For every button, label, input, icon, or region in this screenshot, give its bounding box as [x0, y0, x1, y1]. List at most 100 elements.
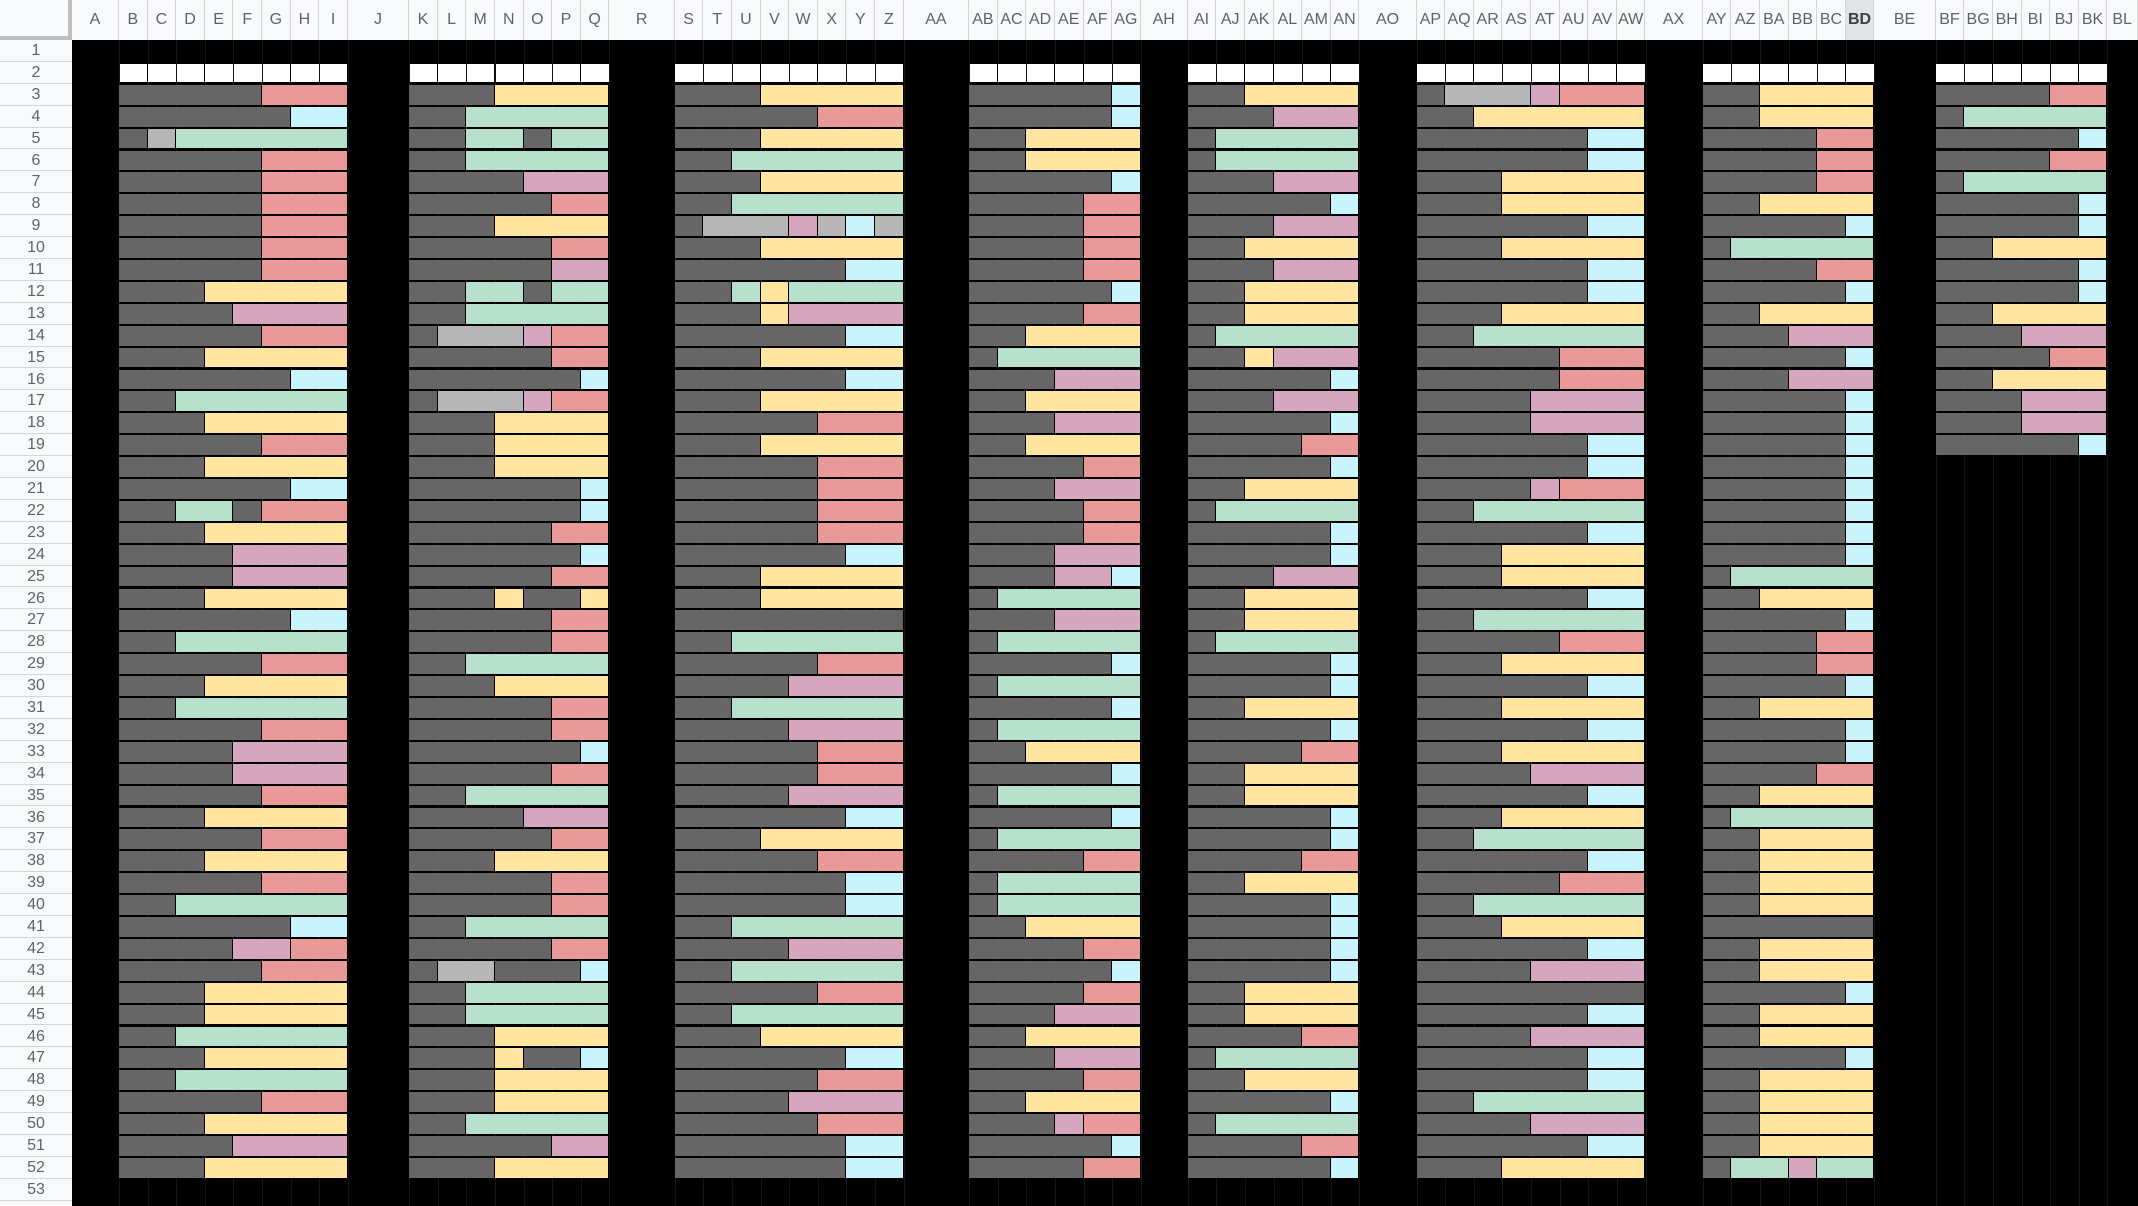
composition-cell[interactable] — [119, 938, 233, 959]
composition-cell[interactable] — [969, 391, 1026, 412]
composition-cell[interactable] — [969, 1136, 1112, 1156]
composition-cell[interactable] — [969, 303, 1083, 324]
composition-cell[interactable] — [119, 632, 176, 653]
composition-cell[interactable] — [176, 895, 347, 915]
column-header-o[interactable]: O — [524, 0, 553, 40]
composition-cell[interactable] — [1187, 544, 1330, 565]
row-header-49[interactable]: 49 — [0, 1091, 72, 1114]
composition-cell[interactable] — [1759, 938, 1874, 959]
composition-cell[interactable] — [969, 1004, 1054, 1025]
composition-cell[interactable] — [1187, 1048, 1216, 1069]
composition-cell[interactable] — [674, 1026, 760, 1047]
column-header-ab[interactable]: AB — [969, 0, 998, 40]
row-header-37[interactable]: 37 — [0, 828, 72, 851]
composition-cell[interactable] — [674, 698, 732, 718]
composition-cell[interactable] — [1416, 1157, 1502, 1178]
composition-cell[interactable] — [846, 1136, 903, 1156]
composition-cell[interactable] — [233, 1136, 347, 1156]
composition-cell[interactable] — [1416, 369, 1559, 390]
composition-cell[interactable] — [1416, 588, 1588, 609]
composition-cell[interactable] — [1330, 719, 1359, 740]
composition-cell[interactable] — [1702, 960, 1759, 981]
composition-cell[interactable] — [1935, 413, 2021, 434]
subheader-cell[interactable] — [732, 63, 761, 82]
composition-cell[interactable] — [552, 873, 609, 894]
composition-cell[interactable] — [552, 522, 609, 543]
composition-cell[interactable] — [204, 851, 347, 872]
composition-cell[interactable] — [1083, 851, 1140, 872]
composition-cell[interactable] — [119, 238, 262, 258]
composition-cell[interactable] — [495, 676, 609, 696]
composition-cell[interactable] — [1330, 895, 1359, 915]
composition-cell[interactable] — [176, 128, 347, 149]
composition-cell[interactable] — [1817, 172, 1874, 193]
column-header-am[interactable]: AM — [1302, 0, 1331, 40]
composition-cell[interactable] — [290, 938, 347, 959]
composition-cell[interactable] — [674, 960, 732, 981]
composition-cell[interactable] — [1759, 1114, 1874, 1134]
composition-cell[interactable] — [1702, 325, 1788, 346]
composition-cell[interactable] — [409, 610, 552, 631]
composition-cell[interactable] — [760, 238, 903, 258]
composition-cell[interactable] — [1416, 106, 1473, 127]
composition-cell[interactable] — [1416, 785, 1588, 806]
composition-cell[interactable] — [409, 172, 523, 193]
composition-cell[interactable] — [409, 106, 466, 127]
composition-cell[interactable] — [1702, 1004, 1759, 1025]
composition-cell[interactable] — [1416, 413, 1531, 434]
composition-cell[interactable] — [1935, 303, 1992, 324]
composition-cell[interactable] — [1702, 588, 1759, 609]
composition-cell[interactable] — [1112, 763, 1140, 784]
composition-cell[interactable] — [119, 895, 176, 915]
composition-cell[interactable] — [176, 632, 347, 653]
composition-cell[interactable] — [846, 1048, 903, 1069]
composition-cell[interactable] — [1416, 895, 1473, 915]
column-header-p[interactable]: P — [552, 0, 581, 40]
composition-cell[interactable] — [437, 325, 523, 346]
composition-cell[interactable] — [1244, 610, 1359, 631]
composition-cell[interactable] — [1473, 106, 1645, 127]
composition-cell[interactable] — [1187, 785, 1244, 806]
row-header-33[interactable]: 33 — [0, 741, 72, 763]
composition-cell[interactable] — [1302, 1136, 1359, 1156]
composition-cell[interactable] — [119, 1157, 204, 1178]
composition-cell[interactable] — [1702, 260, 1817, 280]
composition-cell[interactable] — [1416, 260, 1588, 280]
subheader-cell[interactable] — [1703, 63, 1731, 82]
composition-cell[interactable] — [760, 84, 903, 105]
composition-cell[interactable] — [1244, 698, 1359, 718]
subheader-cell[interactable] — [1817, 63, 1846, 82]
subheader-cell[interactable] — [818, 63, 846, 82]
composition-cell[interactable] — [119, 610, 290, 631]
composition-cell[interactable] — [1845, 719, 1874, 740]
row-header-13[interactable]: 13 — [0, 303, 72, 325]
subheader-cell[interactable] — [581, 63, 609, 82]
composition-cell[interactable] — [1187, 851, 1302, 872]
composition-cell[interactable] — [1416, 325, 1473, 346]
composition-cell[interactable] — [1416, 851, 1588, 872]
composition-cell[interactable] — [1935, 172, 1964, 193]
subheader-cell[interactable] — [846, 63, 875, 82]
composition-cell[interactable] — [409, 500, 580, 521]
row-header-28[interactable]: 28 — [0, 631, 72, 654]
composition-cell[interactable] — [969, 719, 997, 740]
composition-cell[interactable] — [409, 84, 494, 105]
composition-cell[interactable] — [1702, 632, 1817, 653]
composition-cell[interactable] — [1416, 391, 1531, 412]
composition-cell[interactable] — [1531, 1114, 1645, 1134]
composition-cell[interactable] — [552, 325, 609, 346]
composition-cell[interactable] — [1187, 588, 1244, 609]
row-header-30[interactable]: 30 — [0, 675, 72, 697]
column-header-t[interactable]: T — [703, 0, 733, 40]
composition-cell[interactable] — [969, 1048, 1054, 1069]
composition-cell[interactable] — [1187, 763, 1244, 784]
composition-cell[interactable] — [674, 260, 846, 280]
composition-cell[interactable] — [1502, 194, 1645, 215]
composition-cell[interactable] — [1244, 238, 1359, 258]
composition-cell[interactable] — [1187, 698, 1244, 718]
composition-cell[interactable] — [1759, 829, 1874, 850]
composition-cell[interactable] — [875, 216, 903, 237]
composition-cell[interactable] — [119, 763, 233, 784]
composition-cell[interactable] — [997, 829, 1140, 850]
composition-cell[interactable] — [969, 851, 1083, 872]
